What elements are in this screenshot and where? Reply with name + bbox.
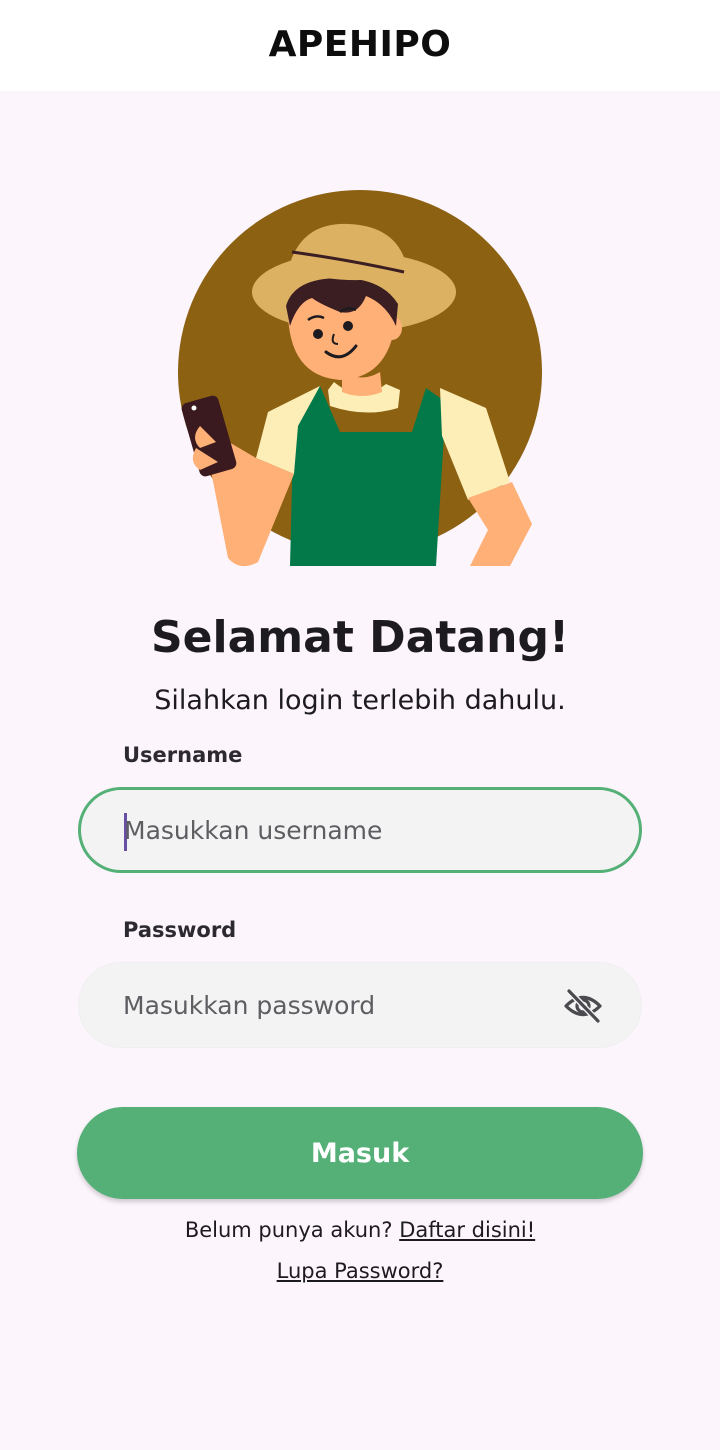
register-row: Belum punya akun? Daftar disini!: [0, 1218, 720, 1242]
username-input[interactable]: [124, 790, 544, 870]
eye-off-icon[interactable]: [563, 987, 603, 1025]
forgot-row: Lupa Password?: [0, 1259, 720, 1283]
password-label: Password: [123, 918, 237, 942]
username-label: Username: [123, 743, 243, 767]
register-link[interactable]: Daftar disini!: [399, 1218, 535, 1242]
register-prompt: Belum punya akun?: [184, 1218, 393, 1242]
welcome-title: Selamat Datang!: [150, 612, 570, 663]
farmer-illustration: [170, 186, 550, 570]
login-button[interactable]: Masuk: [77, 1107, 643, 1199]
app-bar: APEHIPO: [0, 0, 720, 91]
password-input[interactable]: [123, 963, 543, 1047]
app-title: APEHIPO: [268, 24, 452, 65]
password-field[interactable]: [78, 962, 642, 1048]
forgot-password-link[interactable]: Lupa Password?: [277, 1259, 444, 1283]
username-field[interactable]: [78, 787, 642, 873]
welcome-subtitle: Silahkan login terlebih dahulu.: [154, 685, 566, 716]
